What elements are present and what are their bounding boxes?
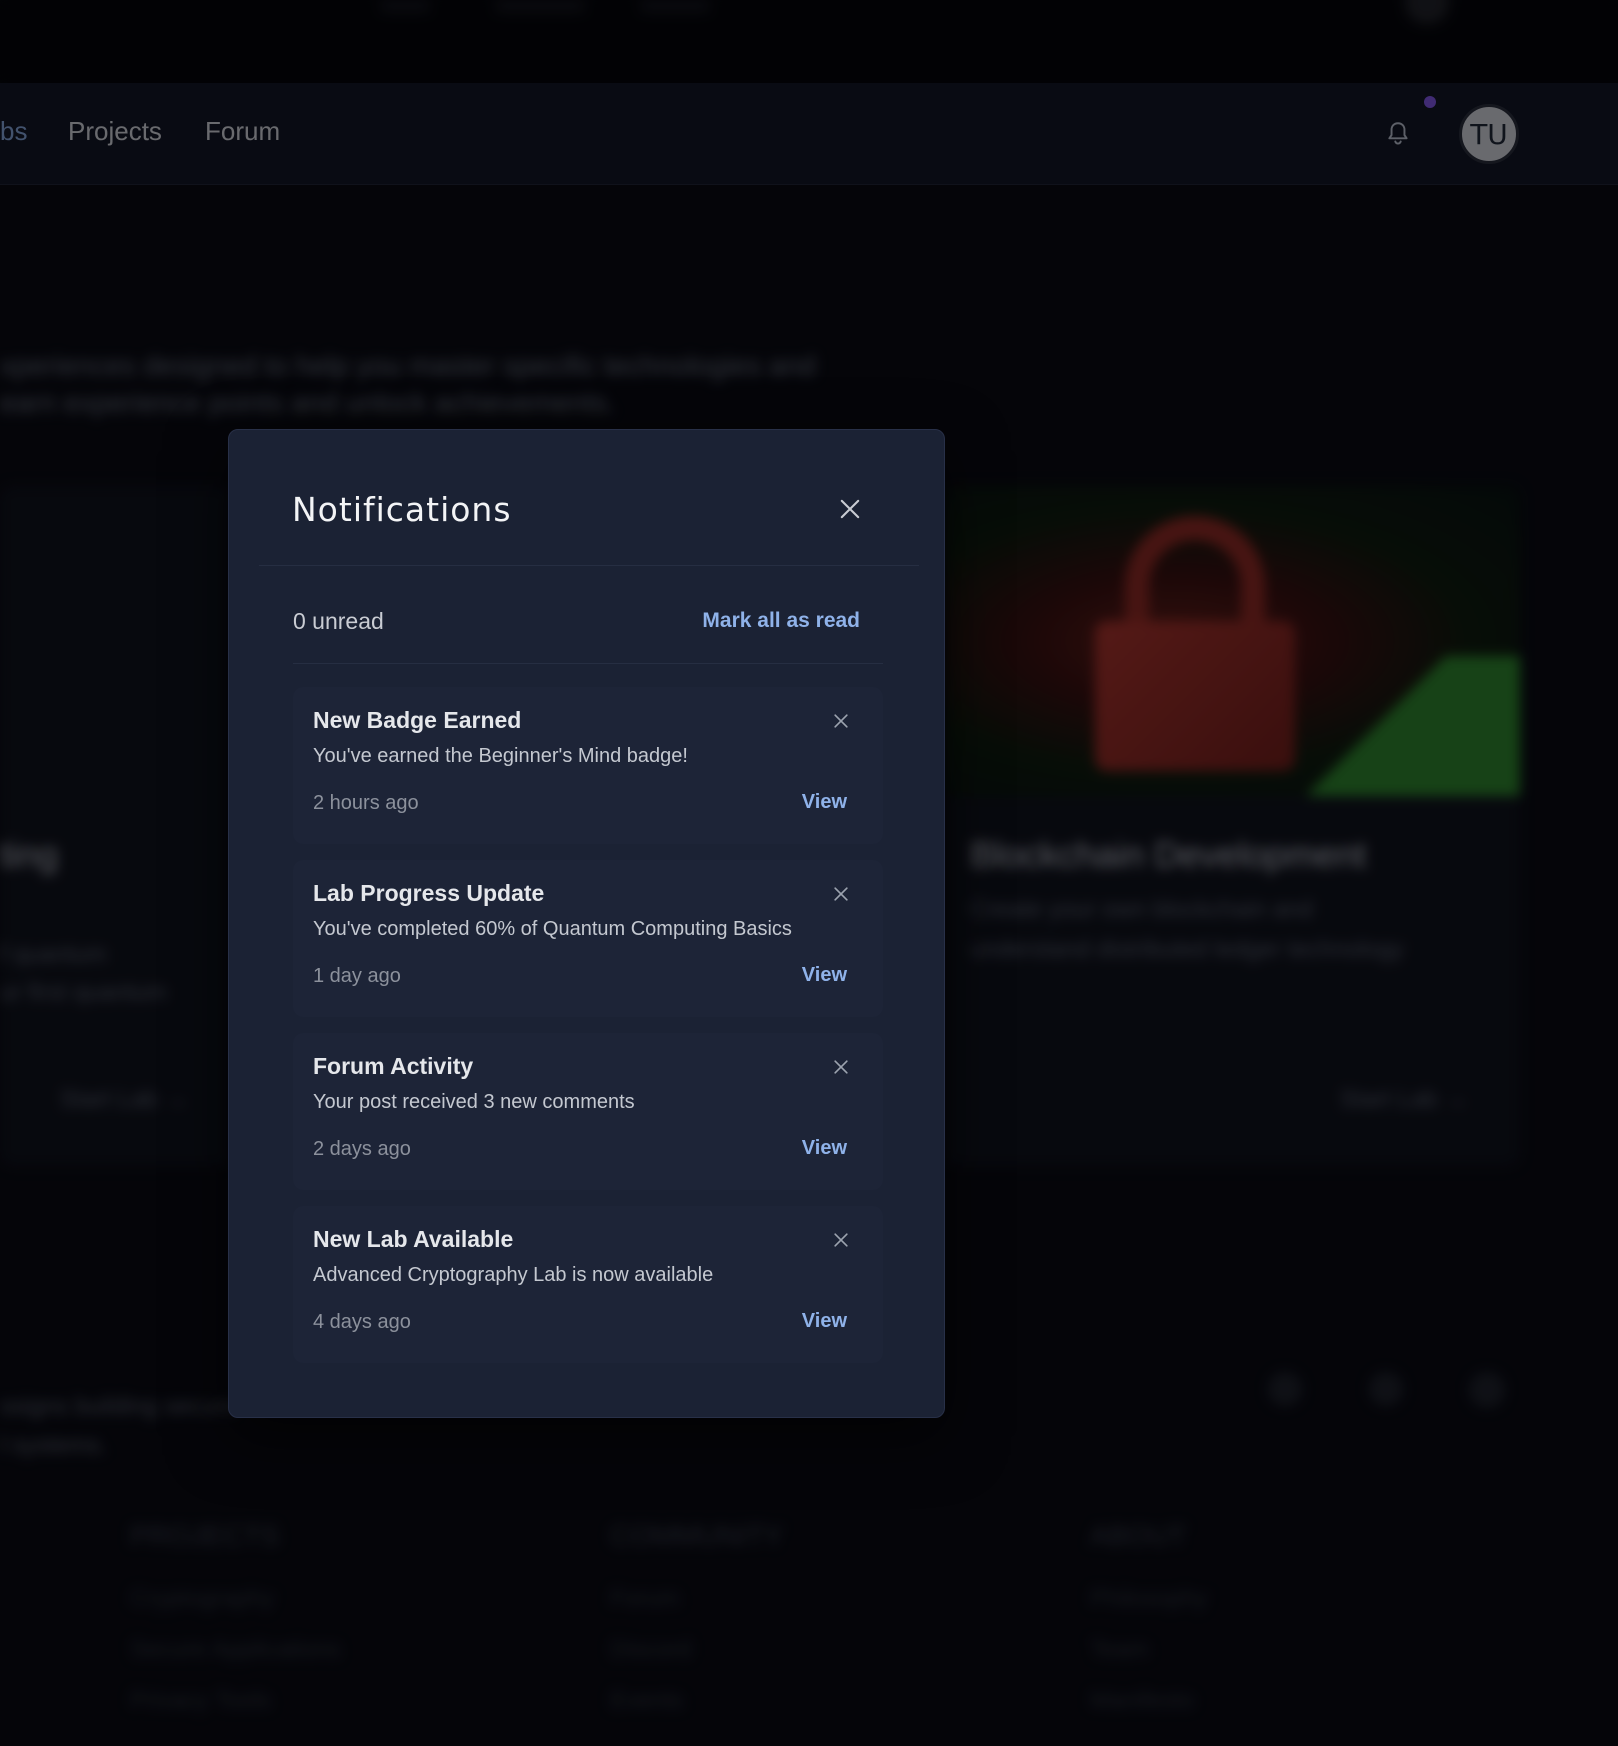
- ghost-footer-heading: PROJECTS: [130, 1520, 280, 1551]
- ghost-social-icon: [1268, 1372, 1302, 1406]
- ghost-footer-link: Cryptography: [130, 1585, 275, 1612]
- dismiss-icon[interactable]: [831, 711, 851, 731]
- mark-all-read-button[interactable]: Mark all as read: [702, 609, 860, 633]
- notification-item[interactable]: Forum Activity Your post received 3 new …: [293, 1033, 883, 1190]
- grass: [1300, 656, 1520, 796]
- notification-item[interactable]: New Badge Earned You've earned the Begin…: [293, 687, 883, 844]
- unread-indicator-dot: [1424, 96, 1436, 108]
- notification-time: 2 days ago: [313, 1138, 411, 1160]
- ghost-social-icon: [1369, 1372, 1403, 1406]
- bell-icon[interactable]: [1385, 120, 1411, 148]
- notification-title: New Badge Earned: [313, 707, 522, 733]
- ghost-footer-link: Team: [1090, 1636, 1149, 1663]
- ghost-card-button: Start Lab →: [60, 1086, 189, 1113]
- ghost-card-text: ur first quantum: [0, 979, 167, 1006]
- list-divider: [293, 663, 883, 664]
- header-divider: [259, 565, 919, 566]
- dismiss-icon[interactable]: [831, 1230, 851, 1250]
- ghost-footer-link: Discord: [610, 1636, 692, 1663]
- ghost-footer-heading: COMMUNITY: [610, 1520, 783, 1551]
- notification-message: Your post received 3 new comments: [313, 1091, 635, 1113]
- notification-message: You've earned the Beginner's Mind badge!: [313, 745, 688, 767]
- page: xperiences designed to help you master s…: [0, 0, 1618, 1746]
- ghost-card-title: Blockchain Development: [970, 834, 1367, 875]
- view-button[interactable]: View: [802, 964, 847, 987]
- notification-time: 1 day ago: [313, 965, 401, 987]
- topbar-dim: [0, 0, 1618, 83]
- ghost-card-text: f quantum: [0, 941, 107, 968]
- ghost-footer-link: Events: [610, 1687, 684, 1714]
- ghost-card-title: ting: [0, 834, 59, 875]
- notification-title: Lab Progress Update: [313, 880, 545, 906]
- ghost-footer-text: ssigns building secure: [0, 1393, 237, 1420]
- ghost-footer-link: Philosophy: [1090, 1585, 1208, 1612]
- ghost-card-text: understand distributed ledger technology: [970, 936, 1404, 963]
- ghost-lab-card: ting f quantum ur first quantum Start La…: [0, 486, 230, 1166]
- nav-link-forum[interactable]: Forum: [205, 116, 280, 147]
- dismiss-icon[interactable]: [831, 884, 851, 904]
- notification-title: Forum Activity: [313, 1053, 474, 1079]
- notification-message: Advanced Cryptography Lab is now availab…: [313, 1264, 714, 1286]
- view-button[interactable]: View: [802, 1137, 847, 1160]
- ghost-hero-text: earn experience points and unlock achiev…: [0, 387, 615, 418]
- close-icon[interactable]: [836, 495, 864, 523]
- notification-message: You've completed 60% of Quantum Computin…: [313, 918, 792, 940]
- view-button[interactable]: View: [802, 791, 847, 814]
- ghost-social-icon: [1469, 1372, 1505, 1408]
- notification-item[interactable]: New Lab Available Advanced Cryptography …: [293, 1206, 883, 1363]
- ghost-card-text: Create your own blockchain and: [970, 896, 1313, 923]
- view-button[interactable]: View: [802, 1310, 847, 1333]
- nav-link-labs[interactable]: bs: [0, 116, 27, 147]
- avatar[interactable]: TU: [1459, 104, 1519, 164]
- lock-body: [1095, 621, 1295, 771]
- unread-count: 0 unread: [293, 608, 384, 634]
- notification-title: New Lab Available: [313, 1226, 514, 1252]
- ghost-footer-link: Secure Applications: [130, 1636, 341, 1663]
- ghost-hero-text: xperiences designed to help you master s…: [0, 350, 816, 381]
- notification-time: 4 days ago: [313, 1311, 411, 1333]
- ghost-footer-link: Manifesto: [1090, 1687, 1195, 1714]
- ghost-footer-heading: ABOUT: [1090, 1520, 1187, 1551]
- ghost-footer-link: Forum: [610, 1585, 680, 1612]
- ghost-card-image: [945, 486, 1520, 796]
- dismiss-icon[interactable]: [831, 1057, 851, 1077]
- notification-time: 2 hours ago: [313, 792, 419, 814]
- nav-link-projects[interactable]: Projects: [68, 116, 162, 147]
- ghost-card-button: Start Lab →: [1340, 1086, 1469, 1113]
- modal-title: Notifications: [292, 490, 512, 529]
- notification-item[interactable]: Lab Progress Update You've completed 60%…: [293, 860, 883, 1017]
- ghost-footer-text: l systems.: [0, 1432, 107, 1459]
- ghost-footer-link: Privacy Tools: [130, 1687, 271, 1714]
- notifications-modal: Notifications 0 unread Mark all as read …: [228, 429, 945, 1418]
- ghost-lab-card: Blockchain Development Create your own b…: [945, 486, 1520, 1166]
